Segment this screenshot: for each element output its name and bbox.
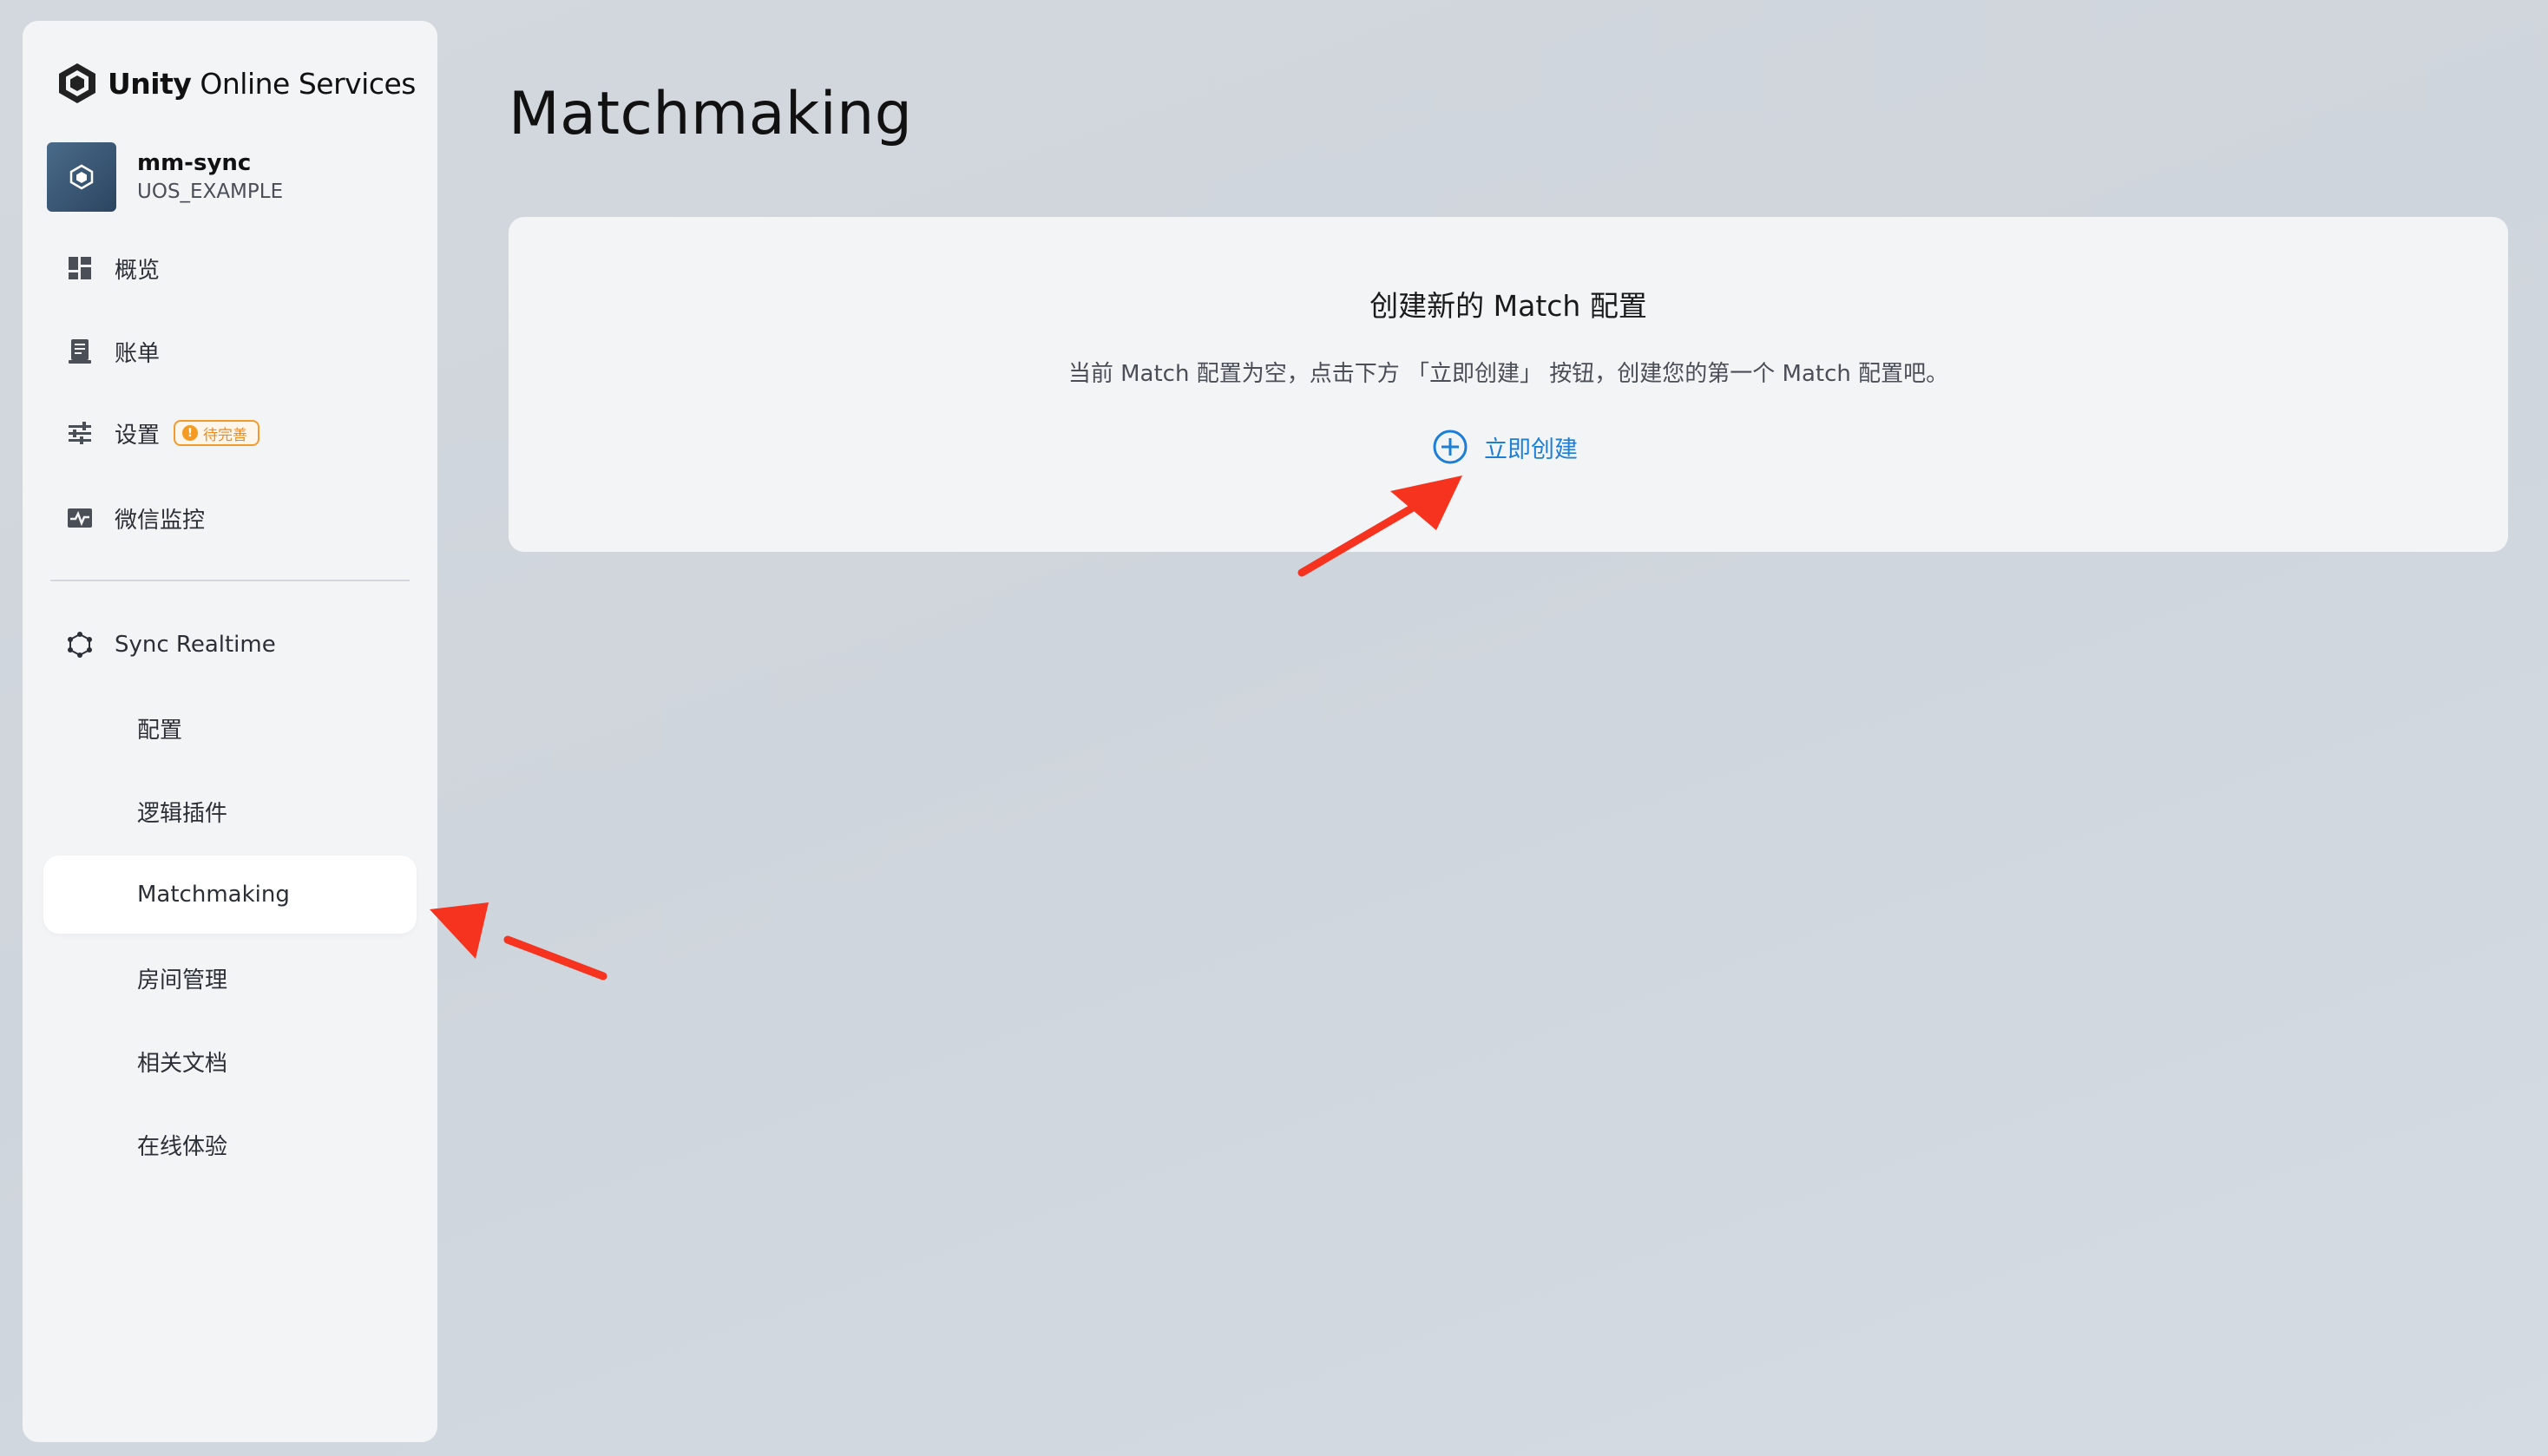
nav-item-online-trial[interactable]: 在线体验 bbox=[43, 1105, 417, 1184]
project-name: mm-sync bbox=[137, 150, 252, 176]
nav-label: 相关文档 bbox=[137, 1050, 228, 1077]
page-title: Matchmaking bbox=[509, 80, 913, 148]
nav-item-docs[interactable]: 相关文档 bbox=[43, 1022, 417, 1100]
nav-item-wechat-monitor[interactable]: 微信监控 bbox=[43, 479, 417, 557]
project-org: UOS_EXAMPLE bbox=[137, 180, 284, 203]
sidebar-divider bbox=[50, 580, 410, 581]
brand[interactable]: Unity Online Services bbox=[57, 57, 416, 109]
nav-item-billing[interactable]: 账单 bbox=[43, 312, 417, 390]
nav-label: 微信监控 bbox=[115, 507, 206, 534]
project-avatar bbox=[47, 142, 116, 212]
nav-label: 房间管理 bbox=[137, 967, 228, 994]
create-now-button[interactable]: 立即创建 bbox=[1432, 429, 1578, 465]
warning-icon: ! bbox=[182, 425, 199, 441]
sync-realtime-icon bbox=[66, 631, 94, 659]
unity-cube-icon bbox=[69, 164, 94, 190]
nav-item-config[interactable]: 配置 bbox=[43, 689, 417, 767]
receipt-icon bbox=[66, 338, 94, 365]
plus-circle-icon bbox=[1433, 430, 1468, 464]
sidebar: Unity Online Services mm-sync UOS_EXAMPL… bbox=[23, 21, 437, 1442]
nav-label: 设置 bbox=[115, 422, 161, 449]
nav-item-sync-realtime[interactable]: Sync Realtime bbox=[43, 606, 417, 684]
nav-item-matchmaking[interactable]: Matchmaking bbox=[43, 856, 417, 934]
nav-item-overview[interactable]: 概览 bbox=[43, 229, 417, 307]
nav-item-logic-plugin[interactable]: 逻辑插件 bbox=[43, 772, 417, 850]
nav-label: 概览 bbox=[115, 257, 161, 284]
brand-name: Unity Online Services bbox=[108, 66, 416, 101]
nav-label: 逻辑插件 bbox=[137, 800, 228, 827]
nav-label: 在线体验 bbox=[137, 1133, 228, 1160]
badge-label: 待完善 bbox=[203, 426, 248, 444]
unity-logo-icon bbox=[59, 63, 95, 103]
nav-label: 配置 bbox=[137, 717, 183, 744]
nav-item-settings[interactable]: 设置 ! 待完善 bbox=[43, 394, 417, 472]
nav-label: 账单 bbox=[115, 340, 161, 367]
pulse-monitor-icon bbox=[66, 504, 94, 532]
create-now-label: 立即创建 bbox=[1484, 436, 1578, 463]
settings-pending-badge: ! 待完善 bbox=[174, 420, 260, 446]
nav-label: Sync Realtime bbox=[115, 632, 276, 658]
project-switcher[interactable]: mm-sync UOS_EXAMPLE bbox=[47, 142, 283, 212]
dashboard-icon bbox=[66, 254, 94, 282]
empty-state-card: 创建新的 Match 配置 当前 Match 配置为空，点击下方 「立即创建」 … bbox=[509, 217, 2508, 552]
arrow-to-matchmaking-nav bbox=[430, 902, 607, 981]
empty-state-title: 创建新的 Match 配置 bbox=[1369, 289, 1647, 323]
nav-label: Matchmaking bbox=[137, 882, 290, 908]
project-info: mm-sync UOS_EXAMPLE bbox=[137, 148, 283, 206]
sliders-icon bbox=[66, 419, 94, 447]
nav-item-room-management[interactable]: 房间管理 bbox=[43, 939, 417, 1017]
empty-state-description: 当前 Match 配置为空，点击下方 「立即创建」 按钮，创建您的第一个 Mat… bbox=[1067, 361, 1949, 387]
